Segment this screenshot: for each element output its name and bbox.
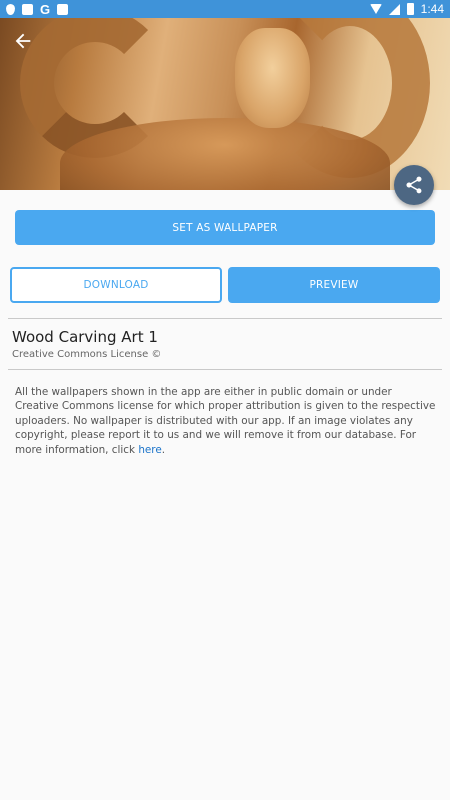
wallpaper-title: Wood Carving Art 1 [12,328,158,346]
disclaimer-text: All the wallpapers shown in the app are … [15,385,437,457]
status-bar: G 1:44 [0,0,450,18]
share-button[interactable] [394,165,434,205]
back-arrow-icon[interactable] [12,30,34,52]
divider-bottom [8,369,442,370]
status-right-icons: 1:44 [369,2,444,16]
shield-icon [6,3,15,15]
set-as-wallpaper-button[interactable]: SET AS WALLPAPER [15,210,435,245]
signal-icon [388,3,400,15]
preview-button[interactable]: PREVIEW [228,267,440,303]
wallpaper-image[interactable] [0,18,450,190]
divider-top [8,318,442,319]
download-button[interactable]: DOWNLOAD [10,267,222,303]
ram-face [235,28,310,128]
more-info-link[interactable]: here [138,444,161,456]
disclaimer-end: . [161,443,166,456]
image-icon [22,3,33,15]
google-icon: G [40,1,51,17]
share-icon [406,176,422,194]
text-icon [57,3,69,15]
wifi-icon [369,4,382,14]
disclaimer-body: All the wallpapers shown in the app are … [15,386,436,456]
status-time: 1:44 [420,2,444,16]
license-label: Creative Commons License © [12,349,162,360]
status-left-icons: G [6,1,69,17]
battery-icon [406,3,414,15]
